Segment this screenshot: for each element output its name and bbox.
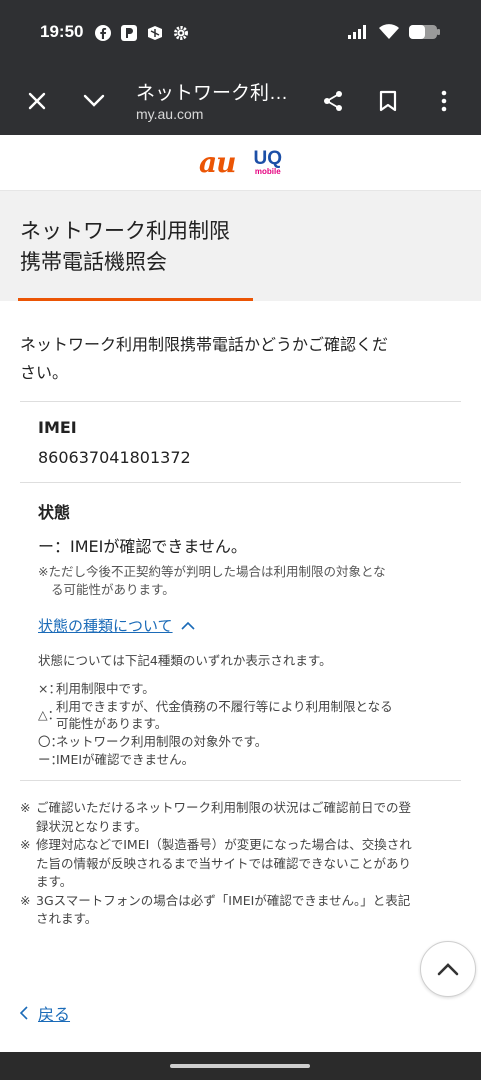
- heading-line-2: 携帯電話機照会: [20, 250, 167, 274]
- status-legend: ×： 利用制限中です。 △： 利用できますが、代金債務の不履行等により利用制限と…: [38, 680, 443, 768]
- footnote-mark: ※: [20, 892, 31, 908]
- footnote-text: 3Gスマートフォンの場合は必ず「IMEIが確認できません。」と表記 されます。: [36, 892, 461, 929]
- brand-header: au UQ mobile: [0, 135, 481, 191]
- legend-symbol: ー：: [38, 752, 64, 767]
- legend-symbol: 〇：: [38, 734, 64, 749]
- status-time: 19:50: [40, 22, 84, 41]
- settings-gear-icon: [174, 26, 188, 40]
- chevron-down-icon: [83, 94, 105, 107]
- footnotes: ※ ご確認いただけるネットワーク利用制限の状況はご確認前日での登 録状況となりま…: [0, 781, 481, 929]
- footnote-line: た旨の情報が反映されるまで当サイトでは確認できないことがあり: [36, 855, 412, 871]
- status-note-line-1: ※ただし今後不正契約等が判明した場合は利用制限の対象とな: [38, 564, 386, 579]
- au-logo[interactable]: au: [199, 146, 236, 179]
- footnote-item: ※ 修理対応などでIMEI（製造番号）が変更になった場合は、交換され た旨の情報…: [20, 836, 461, 892]
- heading-line-1: ネットワーク利用制限: [20, 219, 230, 243]
- footnote-text: 修理対応などでIMEI（製造番号）が変更になった場合は、交換され た旨の情報が反…: [36, 836, 461, 892]
- status-notification-icons: [94, 24, 190, 42]
- uq-logo-subtext: mobile: [254, 167, 281, 176]
- share-button[interactable]: [316, 84, 350, 118]
- imei-section: IMEI 860637041801372: [0, 402, 481, 467]
- footnote-line: 3Gスマートフォンの場合は必ず「IMEIが確認できません。」と表記: [36, 892, 411, 908]
- uq-logo-text: UQ: [253, 148, 283, 169]
- more-options-button[interactable]: [427, 84, 461, 118]
- home-gesture-handle[interactable]: [170, 1064, 310, 1068]
- status-system-icons: [347, 24, 441, 40]
- more-vertical-icon: [441, 90, 447, 112]
- footnote-mark: ※: [20, 800, 31, 815]
- facebook-icon: [95, 25, 111, 41]
- chevron-left-icon: [20, 1006, 28, 1020]
- footnote-line: ます。: [36, 874, 73, 889]
- page-title-bar[interactable]: ネットワーク利…: [136, 78, 288, 105]
- legend-item-unrestricted: 〇： ネットワーク利用制限の対象外です。: [38, 733, 443, 750]
- status-note: ※ただし今後不正契約等が判明した場合は利用制限の対象とな る可能性があります。: [38, 563, 443, 599]
- legend-symbol: ×：: [38, 681, 61, 696]
- back-button[interactable]: 戻る: [20, 1001, 70, 1025]
- footnote-line: 修理対応などでIMEI（製造番号）が変更になった場合は、交換され: [36, 837, 412, 852]
- close-tab-button[interactable]: [20, 84, 54, 118]
- legend-text: 利用できますが、代金債務の不履行等により利用制限となる 可能性があります。: [56, 698, 443, 732]
- footnote-line: ご確認いただけるネットワーク利用制限の状況はご確認前日での登: [36, 800, 412, 815]
- legend-item-possible: △： 利用できますが、代金債務の不履行等により利用制限となる 可能性があります。: [38, 698, 443, 732]
- status-note-line-2: る可能性があります。: [51, 582, 175, 597]
- bookmark-icon: [379, 90, 397, 112]
- legend-text-line-1: 利用できますが、代金債務の不履行等により利用制限となる: [56, 699, 393, 714]
- bookmark-button[interactable]: [371, 84, 405, 118]
- footnote-item: ※ ご確認いただけるネットワーク利用制限の状況はご確認前日での登 録状況となりま…: [20, 799, 461, 836]
- parking-app-icon: [121, 25, 137, 41]
- footnote-text: ご確認いただけるネットワーク利用制限の状況はご確認前日での登 録状況となります。: [36, 799, 461, 836]
- chat-app-icon: [148, 26, 162, 40]
- share-icon: [324, 91, 342, 111]
- intro-text: ネットワーク利用制限携帯電話かどうかご確認くだ さい。: [0, 301, 481, 387]
- wifi-icon: [379, 24, 399, 39]
- status-bar: 19:50: [0, 0, 481, 68]
- legend-text: IMEIが確認できません。: [56, 752, 195, 767]
- status-types-link[interactable]: 状態の種類について: [38, 615, 173, 636]
- heading-accent-underline: [18, 298, 253, 301]
- web-page: au UQ mobile ネットワーク利用制限 携帯電話機照会 ネットワーク利用…: [0, 135, 481, 1052]
- page-heading: ネットワーク利用制限 携帯電話機照会: [0, 191, 481, 301]
- legend-item-unknown: ー： IMEIが確認できません。: [38, 751, 443, 768]
- legend-text: 利用制限中です。: [56, 681, 155, 696]
- chevron-up-icon: [180, 621, 195, 630]
- scroll-to-top-button[interactable]: [420, 941, 476, 997]
- browser-toolbar: ネットワーク利… my.au.com: [0, 68, 481, 135]
- uq-mobile-logo[interactable]: UQ mobile: [254, 149, 283, 176]
- close-icon: [28, 92, 46, 110]
- battery-icon: [409, 25, 440, 39]
- minimize-button[interactable]: [77, 84, 111, 118]
- intro-line-1: ネットワーク利用制限携帯電話かどうかご確認くだ: [20, 335, 389, 354]
- legend-symbol: △：: [38, 707, 61, 722]
- signal-icon: [348, 25, 366, 39]
- legend-item-restricted: ×： 利用制限中です。: [38, 680, 443, 697]
- footnote-mark: ※: [20, 837, 31, 852]
- status-types-intro: 状態については下記4種類のいずれか表示されます。: [38, 653, 332, 668]
- page-url[interactable]: my.au.com: [136, 106, 203, 122]
- imei-label: IMEI: [38, 418, 77, 437]
- imei-value: 860637041801372: [38, 448, 191, 467]
- chevron-up-icon: [437, 963, 459, 976]
- legend-text-line-2: 可能性があります。: [56, 716, 168, 731]
- system-navigation-bar: [0, 1052, 481, 1080]
- legend-text: ネットワーク利用制限の対象外です。: [56, 734, 268, 749]
- status-value: ー：IMEIが確認できません。: [38, 537, 247, 556]
- status-label: 状態: [38, 503, 71, 522]
- footnote-line: 録状況となります。: [36, 818, 147, 834]
- back-link[interactable]: 戻る: [38, 1001, 70, 1025]
- status-types-toggle[interactable]: 状態の種類について: [38, 615, 443, 636]
- intro-line-2: さい。: [20, 363, 69, 382]
- status-section: 状態 ー：IMEIが確認できません。 ※ただし今後不正契約等が判明した場合は利用…: [0, 483, 481, 768]
- footnote-item: ※ 3Gスマートフォンの場合は必ず「IMEIが確認できません。」と表記 されます…: [20, 892, 461, 929]
- footnote-line: されます。: [36, 911, 98, 926]
